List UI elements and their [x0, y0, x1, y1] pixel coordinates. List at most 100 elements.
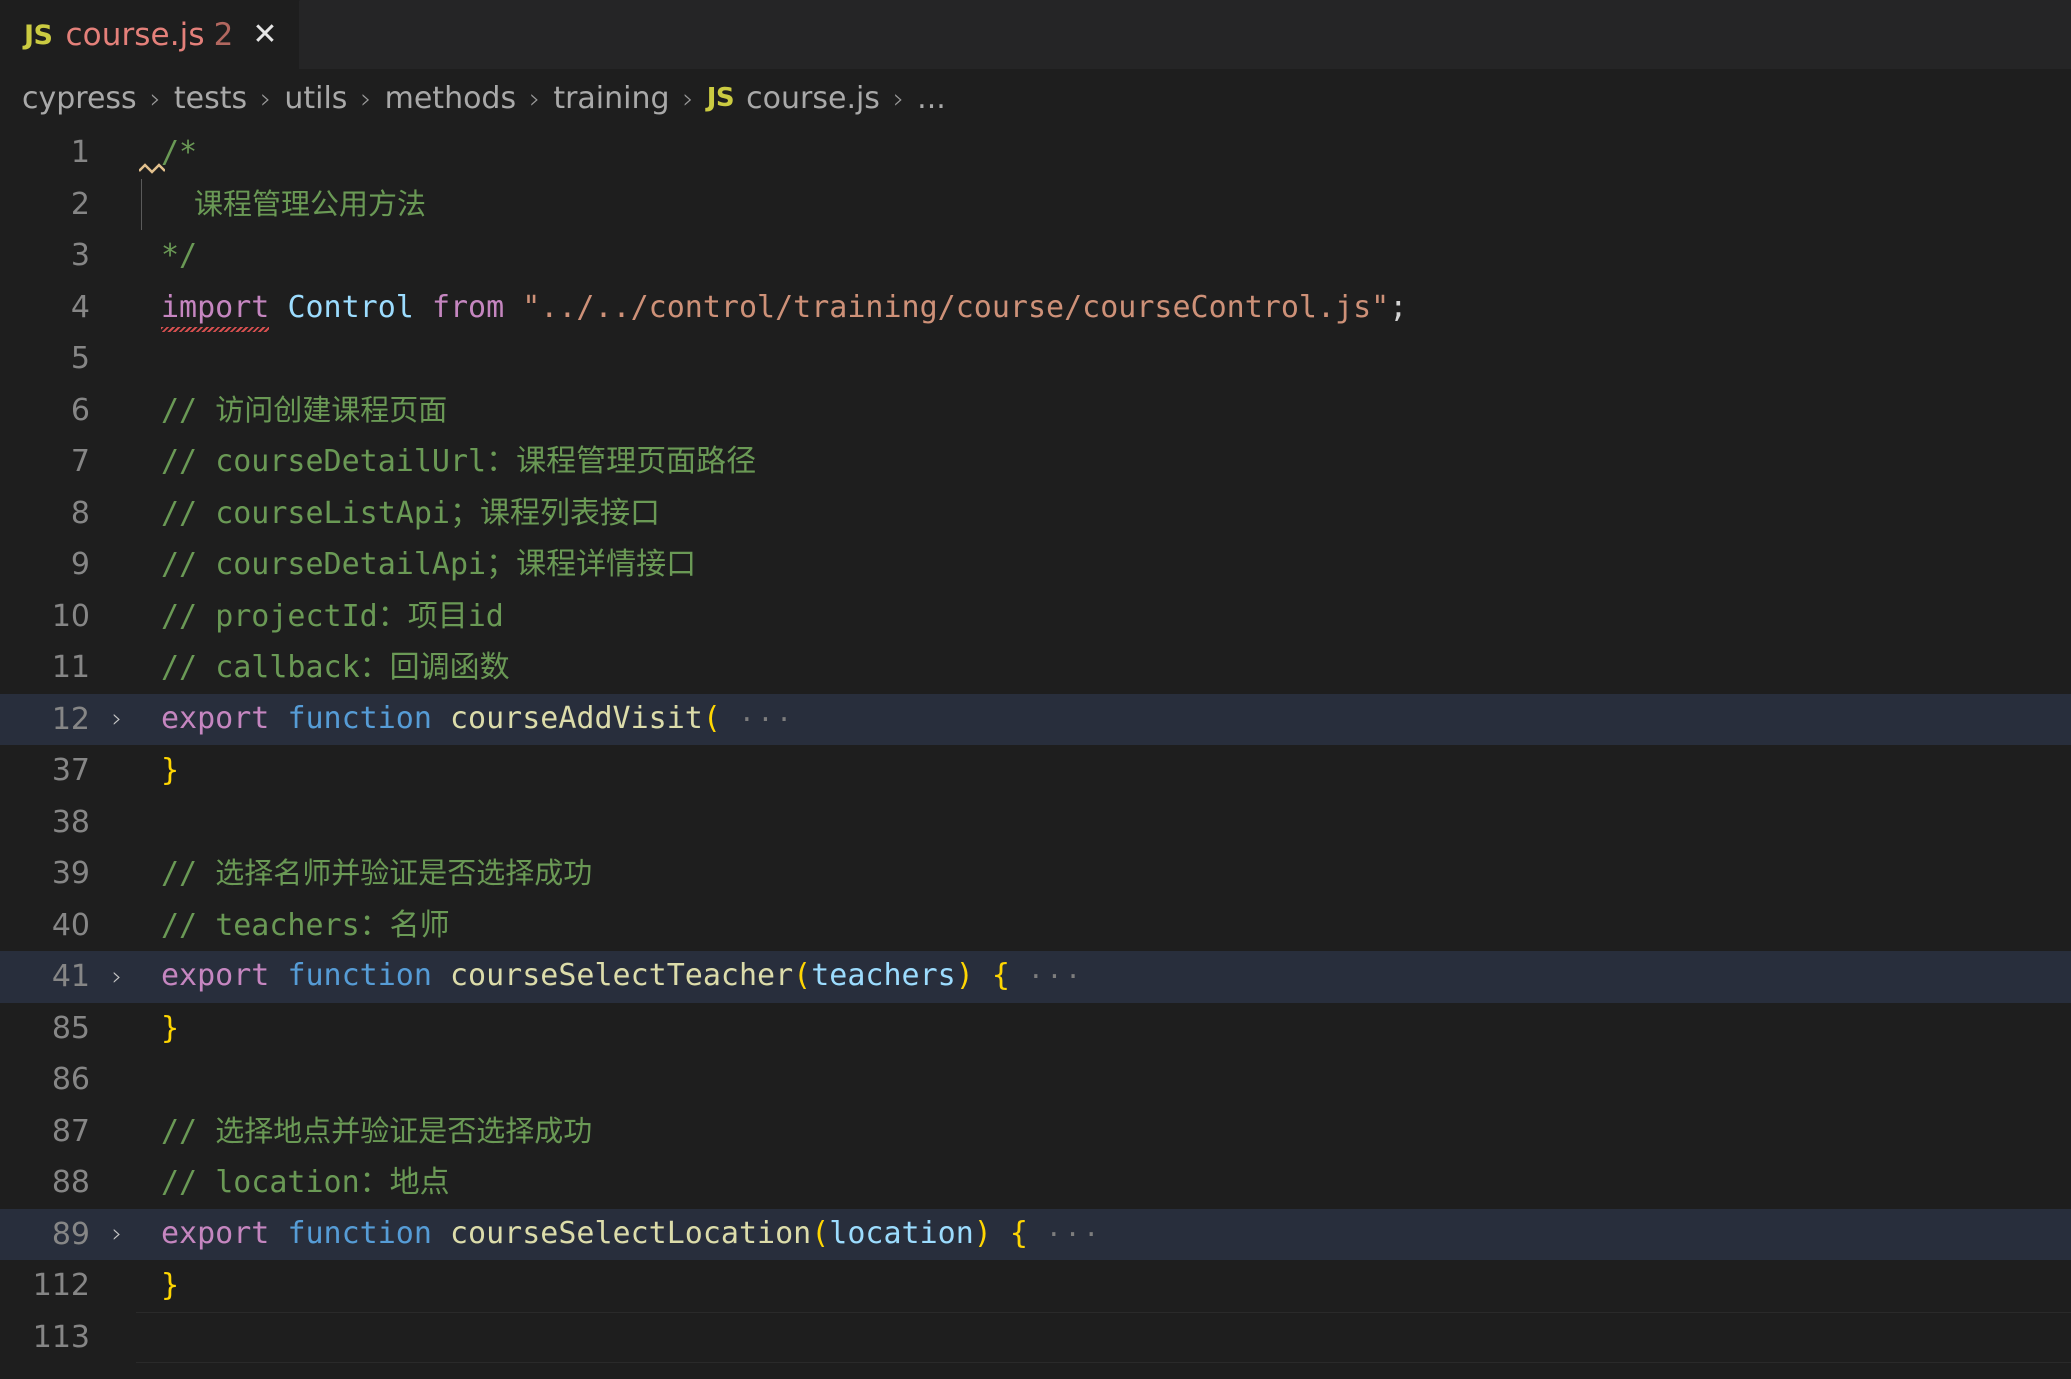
chevron-right-icon: ›	[892, 81, 905, 115]
function-name: courseSelectTeacher	[450, 958, 794, 993]
parameter-name: location	[829, 1215, 974, 1251]
comment-text: 选择地点并验证是否选择成功	[215, 1113, 593, 1148]
breadcrumb-item-methods[interactable]: methods	[385, 81, 516, 116]
line-content: // courseDetailApi；课程详情接口	[136, 539, 2071, 591]
fold-chevron-icon[interactable]: ›	[98, 704, 136, 734]
code-line: 11 // callback：回调函数	[0, 642, 2071, 694]
line-content: // courseListApi；课程列表接口	[136, 488, 2071, 540]
fold-chevron-icon[interactable]: ›	[98, 962, 136, 992]
line-number: 1	[70, 135, 90, 171]
line-number: 85	[51, 1010, 90, 1046]
line-number: 37	[51, 753, 90, 789]
line-content: 课程管理公用方法	[136, 178, 2071, 230]
line-content: // teachers：名师	[136, 900, 2071, 952]
breadcrumb-item-utils[interactable]: utils	[284, 81, 347, 116]
line-content: }	[136, 745, 2071, 797]
comment-slashes: //	[161, 392, 198, 428]
comment-slashes: //	[161, 547, 198, 582]
line-number: 9	[70, 547, 90, 583]
line-number: 3	[70, 238, 90, 274]
comment-slashes: //	[161, 650, 198, 685]
code-line: 4 import Control from "../../control/tra…	[0, 282, 2071, 334]
line-number: 38	[51, 804, 90, 840]
code-line: 7 // courseDetailUrl：课程管理页面路径	[0, 436, 2071, 488]
chevron-right-icon: ›	[682, 81, 694, 115]
function-keyword: function	[287, 958, 432, 993]
block-comment-open: /*	[161, 135, 198, 170]
code-line: 2 课程管理公用方法	[0, 178, 2071, 230]
brace-close: }	[161, 1268, 180, 1303]
line-content: import Control from "../../control/train…	[136, 282, 2071, 334]
comment-text: location：地点	[215, 1165, 450, 1200]
tab-problem-count-badge: 2	[213, 17, 234, 53]
comment-slashes: //	[161, 598, 198, 634]
folded-region-ellipsis[interactable]: ···	[1046, 1220, 1102, 1250]
imported-identifier: Control	[287, 289, 414, 325]
current-line-highlight	[136, 1311, 2071, 1363]
close-icon[interactable]: ✕	[252, 20, 277, 50]
line-content: // courseDetailUrl：课程管理页面路径	[136, 436, 2071, 488]
code-line: 8 // courseListApi；课程列表接口	[0, 488, 2071, 540]
line-content: export function courseSelectTeacher(teac…	[136, 950, 2071, 1004]
breadcrumb-overflow[interactable]: ...	[917, 81, 946, 116]
function-name: courseSelectLocation	[450, 1215, 812, 1251]
code-line: 38	[0, 797, 2071, 849]
chevron-right-icon: ›	[149, 81, 161, 115]
comment-slashes: //	[161, 1113, 198, 1149]
chevron-right-icon: ›	[529, 81, 541, 115]
breadcrumb-item-tests[interactable]: tests	[174, 81, 247, 116]
line-content: // 选择名师并验证是否选择成功	[136, 848, 2071, 900]
javascript-file-icon: JS	[706, 83, 735, 113]
export-keyword: export	[161, 700, 270, 736]
comment-text: 访问创建课程页面	[215, 392, 448, 427]
comment-slashes: //	[161, 444, 198, 479]
line-content: // callback：回调函数	[136, 642, 2071, 694]
line-number: 4	[70, 289, 90, 325]
breadcrumb-item-training[interactable]: training	[553, 81, 669, 116]
folded-region-ellipsis[interactable]: ···	[739, 705, 795, 735]
code-line: 87 // 选择地点并验证是否选择成功	[0, 1106, 2071, 1158]
code-line: 5	[0, 333, 2071, 385]
code-line: 10 // projectId：项目id	[0, 591, 2071, 643]
comment-slashes: //	[161, 907, 198, 943]
fold-chevron-icon[interactable]: ›	[98, 1219, 136, 1249]
comment-slashes: //	[161, 856, 198, 891]
breadcrumb-item-cypress[interactable]: cypress	[22, 81, 137, 116]
line-number: 7	[70, 444, 90, 480]
line-number: 11	[51, 650, 90, 686]
paren-open: (	[702, 700, 721, 736]
block-comment-close: */	[161, 238, 198, 273]
folded-region-ellipsis[interactable]: ···	[1028, 962, 1084, 992]
tab-bar-empty-area	[300, 0, 2071, 69]
comment-text: 选择名师并验证是否选择成功	[215, 856, 593, 890]
tab-title: course.js	[65, 17, 205, 53]
code-line: 1 /*	[0, 127, 2071, 179]
comment-text: courseListApi；课程列表接口	[215, 495, 660, 531]
code-editor[interactable]: 1 /* 2 课程管理公用方法 3 */ 4 import Control fr…	[0, 127, 2071, 1379]
paren-close: )	[955, 958, 974, 993]
code-line: 6 // 访问创建课程页面	[0, 385, 2071, 437]
import-keyword: import	[161, 282, 270, 334]
parameter-name: teachers	[811, 958, 956, 993]
tab-course-js[interactable]: JS course.js 2 ✕	[0, 0, 300, 69]
indent-guide	[141, 178, 142, 230]
breadcrumb-label: training	[553, 80, 670, 116]
line-number: 10	[51, 598, 90, 634]
line-content: // 选择地点并验证是否选择成功	[136, 1106, 2071, 1158]
line-number: 2	[70, 186, 90, 222]
line-number: 113	[32, 1319, 90, 1355]
code-line: 37 }	[0, 745, 2071, 797]
line-content: // projectId：项目id	[136, 591, 2071, 643]
line-number: 39	[51, 856, 90, 892]
code-line: 40 // teachers：名师	[0, 900, 2071, 952]
code-line: 85 }	[0, 1003, 2071, 1055]
breadcrumb-label: tests	[173, 80, 248, 116]
breadcrumb-item-course-js[interactable]: JS course.js	[707, 81, 880, 116]
comment-text: projectId：项目id	[215, 598, 504, 634]
line-number: 89	[51, 1216, 90, 1252]
doc-comment-text: 课程管理公用方法	[194, 186, 427, 221]
breadcrumb-label: methods	[384, 80, 517, 116]
function-keyword: function	[287, 700, 432, 736]
code-line-folded: 41 › export function courseSelectTeacher…	[0, 951, 2071, 1003]
line-number: 86	[51, 1062, 90, 1098]
